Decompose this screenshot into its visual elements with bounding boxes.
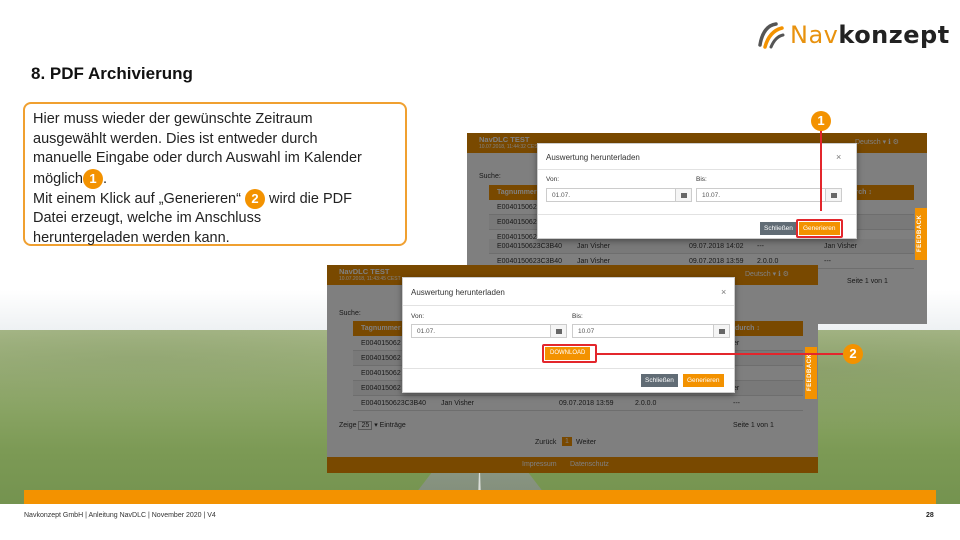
description-line: Mit einem Klick auf „Generieren“ 2 wird … — [33, 188, 397, 209]
calendar-icon[interactable] — [826, 188, 842, 202]
modal-divider — [403, 368, 734, 369]
to-label: Bis: — [572, 313, 583, 320]
close-button[interactable]: Schließen — [760, 222, 797, 235]
modal-divider — [538, 214, 856, 215]
to-label: Bis: — [696, 176, 707, 183]
generate-button[interactable]: Generieren — [683, 374, 724, 387]
description-line: ausgewählt werden. Dies ist entweder dur… — [33, 130, 318, 147]
close-icon[interactable]: × — [836, 152, 841, 162]
page-number: 28 — [926, 512, 934, 519]
download-highlight — [542, 344, 597, 363]
generate-highlight — [796, 219, 843, 238]
download-modal: Auswertung herunterladen × Von: 01.07. B… — [537, 143, 857, 239]
download-modal: Auswertung herunterladen × Von: 01.07. B… — [402, 277, 735, 393]
from-label: Von: — [411, 313, 425, 320]
footer-accent-bar — [24, 490, 936, 504]
description-line: Hier muss wieder der gewünschte Zeitraum — [33, 111, 313, 127]
from-date-input[interactable]: 01.07. — [546, 188, 676, 202]
close-button[interactable]: Schließen — [641, 374, 678, 387]
logo-text: Navkonzept — [790, 21, 950, 49]
description-line: möglich 1. — [33, 168, 397, 189]
footer-text: Navkonzept GmbH | Anleitung NavDLC | Nov… — [24, 512, 216, 519]
from-date-input[interactable]: 01.07. — [411, 324, 551, 338]
callout-2: 2 — [843, 344, 863, 364]
description-line: Datei erzeugt, welche im Anschluss — [33, 210, 262, 227]
screenshot-front: NavDLC TEST10.07.2018, 11:43:45 CEST Deu… — [327, 265, 818, 473]
feedback-tab[interactable]: FEEDBACK — [915, 208, 927, 260]
calendar-icon[interactable] — [676, 188, 692, 202]
callout-1-line — [820, 128, 822, 211]
description-line: heruntergeladen werden kann. — [33, 229, 230, 246]
navkonzept-logo-icon — [758, 22, 785, 49]
description-box: Hier muss wieder der gewünschte Zeitraum… — [23, 102, 407, 246]
callout-2-line — [596, 353, 843, 355]
navkonzept-logo: Navkonzept — [756, 20, 950, 50]
page-title: 8. PDF Archivierung — [31, 64, 193, 83]
footer-area — [0, 504, 960, 540]
calendar-icon[interactable] — [551, 324, 567, 338]
callout-1: 1 — [811, 111, 831, 131]
description-line: manuelle Eingabe oder durch Auswahl im K… — [33, 150, 362, 166]
modal-divider — [403, 305, 734, 306]
modal-divider — [538, 169, 856, 170]
close-icon[interactable]: × — [721, 287, 726, 297]
step-badge-1: 1 — [82, 168, 103, 189]
to-date-input[interactable]: 10.07 — [572, 324, 714, 338]
to-date-input[interactable]: 10.07. — [696, 188, 826, 202]
calendar-icon[interactable] — [714, 324, 730, 338]
modal-title: Auswertung herunterladen — [411, 288, 505, 297]
from-label: Von: — [546, 176, 560, 183]
modal-title: Auswertung herunterladen — [546, 153, 640, 162]
step-badge-2: 2 — [244, 188, 265, 209]
